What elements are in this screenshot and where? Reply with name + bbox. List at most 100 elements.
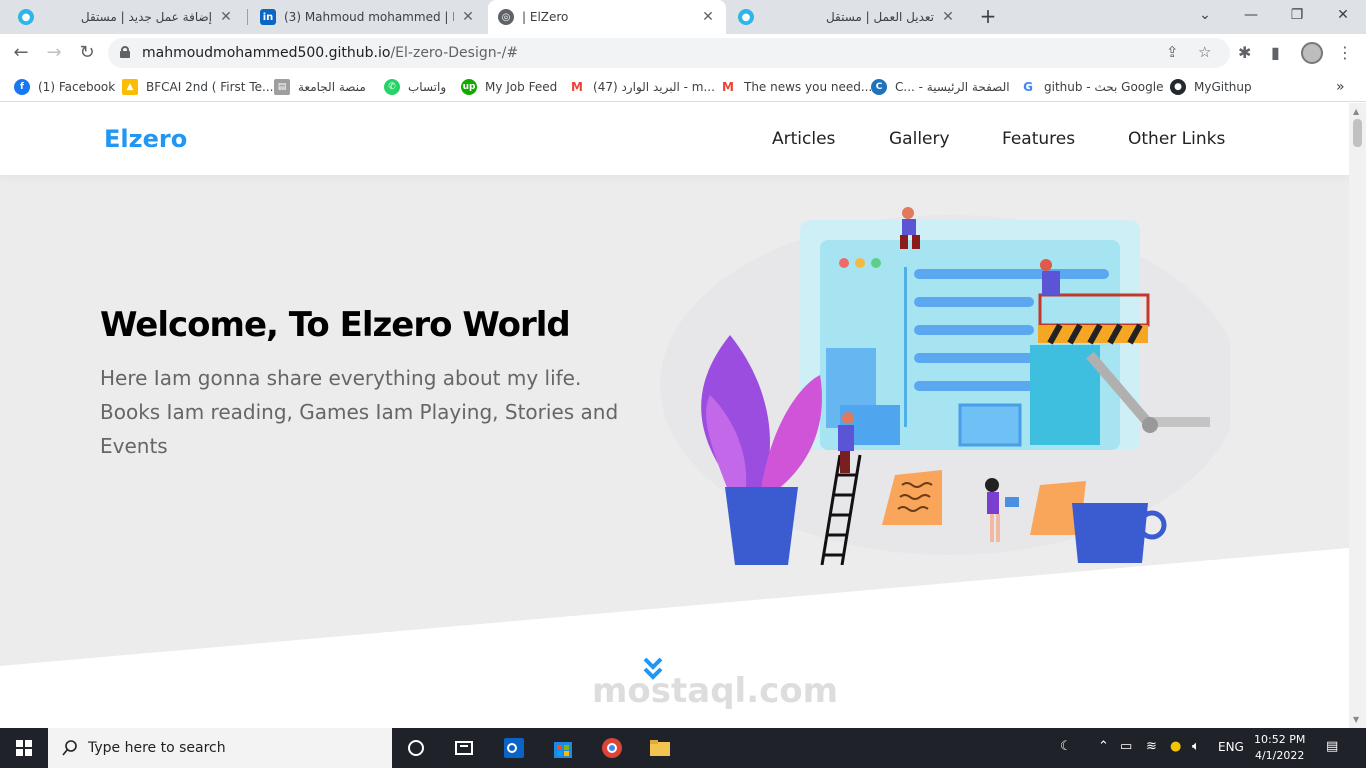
bookmark-inbox[interactable]: M البريد الوارد (47) - m... — [569, 77, 715, 97]
bookmark-label: github - بحث Google — [1044, 80, 1164, 94]
language-indicator[interactable]: ENG — [1218, 740, 1244, 754]
scroll-down-arrow-icon[interactable]: ▼ — [1353, 715, 1359, 724]
app-status-icon[interactable]: ● — [1170, 739, 1181, 754]
bookmark-label: (1) Facebook — [38, 80, 116, 94]
file-explorer-icon[interactable] — [648, 736, 672, 760]
close-icon[interactable]: ✕ — [218, 9, 234, 25]
task-view-icon[interactable] — [404, 736, 428, 760]
tab-separator — [247, 9, 248, 25]
site-logo[interactable]: Elzero — [104, 125, 187, 153]
bookmark-whatsapp[interactable]: ✆ واتساب — [384, 77, 446, 97]
volume-icon[interactable]: 🔈︎ — [1192, 739, 1200, 754]
bookmark-mygithup[interactable]: ● MyGithup — [1170, 77, 1252, 97]
back-icon[interactable]: ← — [9, 41, 33, 65]
watermark: mostaql.com — [592, 671, 839, 711]
globe-icon: ◎ — [498, 9, 514, 25]
tab-mostaql-add-work[interactable]: ● إضافة عمل جديد | مستقل ✕ — [8, 0, 244, 34]
hero-text: Here Iam gonna share everything about my… — [100, 366, 619, 458]
tab-title: | ElZero — [522, 10, 569, 24]
bookmark-news[interactable]: M The news you need... — [720, 77, 872, 97]
nav-gallery[interactable]: Gallery — [889, 129, 950, 149]
new-tab-button[interactable]: + — [976, 4, 1000, 28]
mostaql-icon: ● — [18, 9, 34, 25]
scrollbar-thumb[interactable] — [1353, 119, 1362, 147]
gmail-icon: M — [569, 79, 585, 95]
bookmark-github-search[interactable]: Ggithub - بحث Google — [1020, 77, 1163, 97]
more-bookmarks-icon[interactable]: » — [1336, 77, 1345, 97]
notifications-icon[interactable]: ▤ — [1326, 739, 1338, 754]
close-icon[interactable]: ✕ — [700, 9, 716, 25]
bookmark-label: واتساب — [408, 80, 447, 94]
tab-search-button[interactable]: ⌄ — [1182, 0, 1228, 34]
tab-strip: ● إضافة عمل جديد | مستقل ✕ in (3) Mahmou… — [0, 0, 1366, 34]
bookmark-bfcai[interactable]: ▲ BFCAI 2nd ( First Te... — [122, 77, 273, 97]
site-icon: C — [871, 79, 887, 95]
scroll-up-icon[interactable]: ▲ — [1353, 107, 1359, 116]
mostaql-icon: ● — [738, 9, 754, 25]
taskbar-search[interactable]: Type here to search — [48, 728, 392, 768]
url-text[interactable]: mahmoudmohammed500.github.io/El-zero-Des… — [142, 45, 518, 61]
gmail-icon: M — [720, 79, 736, 95]
url-path: /El-zero-Design-/# — [390, 45, 519, 61]
battery-icon[interactable]: ▭ — [1120, 739, 1132, 754]
lock-icon[interactable] — [120, 46, 130, 58]
widgets-icon[interactable] — [452, 736, 476, 760]
close-icon[interactable]: ✕ — [940, 9, 956, 25]
whatsapp-icon: ✆ — [384, 79, 400, 95]
side-panel-icon[interactable]: ▮ — [1271, 43, 1280, 62]
facebook-icon: f — [14, 79, 30, 95]
close-window-button[interactable]: ✕ — [1320, 0, 1366, 34]
tab-mostaql-edit-work[interactable]: ● تعديل العمل | مستقل ✕ — [728, 0, 966, 34]
bookmark-job-feed[interactable]: up My Job Feed — [461, 77, 557, 97]
share-icon[interactable]: ⇪ — [1166, 43, 1179, 61]
windows-taskbar: Type here to search ☾ ⌃ ▭ ≋ ● 🔈︎ ENG 10:… — [0, 728, 1366, 768]
bookmark-label: My Job Feed — [485, 80, 558, 94]
reload-icon[interactable]: ↻ — [75, 41, 99, 65]
bookmark-star-icon[interactable]: ☆ — [1198, 43, 1211, 61]
bookmark-facebook[interactable]: f (1) Facebook — [14, 77, 115, 97]
tab-title: إضافة عمل جديد | مستقل — [80, 10, 212, 24]
show-hidden-icons-icon[interactable]: ⌃ — [1098, 739, 1109, 754]
university-icon: ▤ — [274, 79, 290, 95]
page-scrollbar[interactable]: ▲ ▼ — [1349, 103, 1366, 728]
bookmark-label: البريد الوارد (47) - m... — [593, 80, 715, 94]
nav-features[interactable]: Features — [1002, 129, 1075, 149]
bookmark-label: منصة الجامعة — [298, 80, 366, 94]
hero-title: Welcome, To Elzero World — [100, 305, 571, 345]
clock-time: 10:52 PM — [1254, 733, 1306, 746]
nav-other-links[interactable]: Other Links — [1128, 129, 1225, 149]
night-light-icon[interactable]: ☾ — [1060, 739, 1072, 754]
close-icon[interactable]: ✕ — [460, 9, 476, 25]
bookmark-label: C... - الصفحة الرئيسية — [895, 80, 1010, 94]
tab-linkedin[interactable]: in (3) Mahmoud mohammed | LinkedIn ✕ — [250, 0, 486, 34]
linkedin-icon: in — [260, 9, 276, 25]
menu-icon[interactable]: ⋮ — [1337, 43, 1353, 62]
windows-start-icon[interactable] — [0, 728, 48, 768]
search-placeholder: Type here to search — [88, 740, 226, 756]
chrome-icon[interactable] — [600, 736, 624, 760]
url-host: mahmoudmohammed500.github.io — [142, 45, 391, 61]
bookmark-homepage[interactable]: C C... - الصفحة الرئيسية — [871, 77, 1010, 97]
browser-toolbar: ← → ↻ mahmoudmohammed500.github.io/El-ze… — [0, 34, 1366, 72]
forward-icon[interactable]: → — [42, 41, 66, 65]
site-header: Elzero Articles Gallery Features Other L… — [0, 103, 1349, 175]
extensions-icon[interactable]: ✱ — [1238, 43, 1251, 62]
bookmark-label: BFCAI 2nd ( First Te... — [146, 80, 274, 94]
profile-avatar[interactable] — [1301, 42, 1323, 64]
page-viewport: Elzero Articles Gallery Features Other L… — [0, 103, 1349, 728]
restore-button[interactable]: ❐ — [1274, 0, 1320, 34]
bookmark-label: The news you need... — [744, 80, 873, 94]
taskbar-clock[interactable]: 10:52 PM 4/1/2022 — [1254, 732, 1305, 764]
minimize-button[interactable]: — — [1228, 0, 1274, 34]
address-bar[interactable]: mahmoudmohammed500.github.io/El-zero-Des… — [108, 38, 1230, 68]
bookmarks-bar: f (1) Facebook ▲ BFCAI 2nd ( First Te... ▤… — [0, 72, 1366, 102]
hero-illustration — [660, 207, 1230, 565]
clock-date: 4/1/2022 — [1254, 749, 1305, 762]
outlook-icon[interactable] — [502, 736, 526, 760]
nav-articles[interactable]: Articles — [772, 129, 835, 149]
tab-elzero[interactable]: ◎ | ElZero ✕ — [488, 0, 726, 34]
bookmark-university[interactable]: ▤ منصة الجامعة — [274, 77, 366, 97]
github-icon: ● — [1170, 79, 1186, 95]
store-icon[interactable] — [551, 736, 575, 760]
wifi-icon[interactable]: ≋ — [1146, 739, 1157, 754]
